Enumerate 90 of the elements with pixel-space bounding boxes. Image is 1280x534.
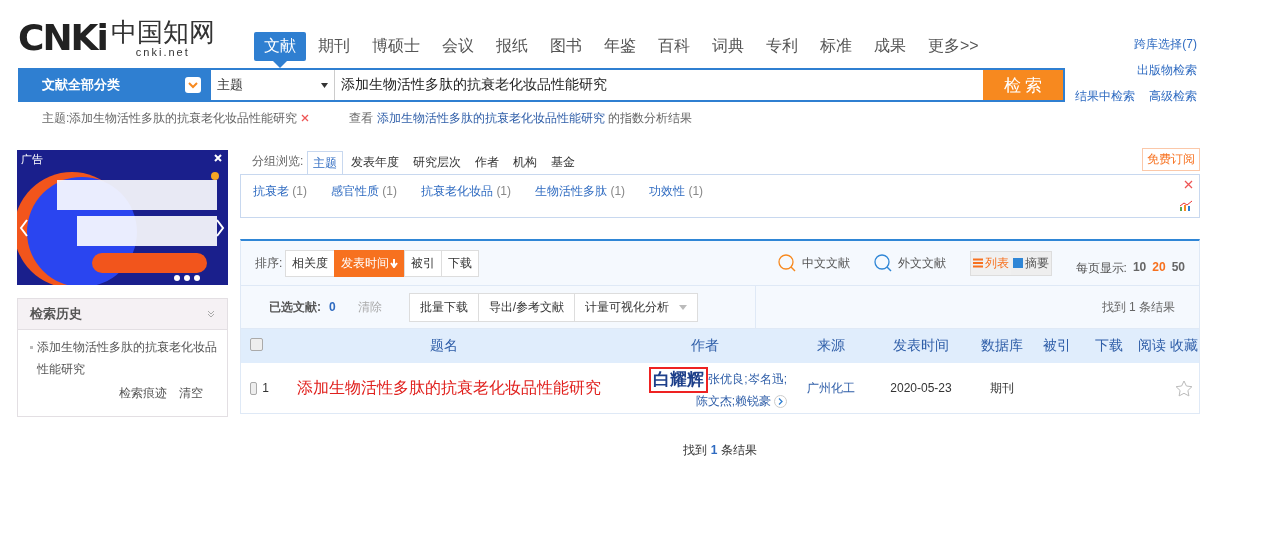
nav-tab[interactable]: 年鉴	[594, 31, 646, 61]
nav-tab[interactable]: 期刊	[308, 31, 360, 61]
nav-tab[interactable]: 词典	[702, 31, 754, 61]
chart-icon[interactable]	[1179, 200, 1193, 211]
search-link[interactable]: 结果中检索	[1075, 88, 1135, 105]
select-all-checkbox[interactable]	[250, 338, 263, 351]
nav-tab[interactable]: 标准	[810, 31, 862, 61]
group-tab[interactable]: 发表年度	[345, 150, 406, 174]
search-icon[interactable]	[873, 254, 892, 272]
square-icon	[1012, 258, 1023, 268]
nav-tab[interactable]: 百科	[648, 31, 700, 61]
query-label: 主题:添加生物活性多肽的抗衰老化妆品性能研究	[42, 111, 298, 125]
history-item[interactable]: 添加生物活性多肽的抗衰老化妆品性能研究	[37, 336, 217, 380]
group-item[interactable]: 感官性质 (1)	[331, 183, 398, 209]
nav-tab[interactable]: 报纸	[486, 31, 538, 61]
list-icon	[972, 258, 983, 268]
column-header[interactable]: 收藏	[1168, 337, 1199, 355]
result-summary: 找到 1 条结果	[682, 442, 758, 459]
nav-tab[interactable]: 图书	[540, 31, 592, 61]
author-link[interactable]: 赖锐豪	[735, 392, 771, 410]
row-checkbox[interactable]	[250, 381, 258, 395]
column-header[interactable]: 题名	[269, 337, 619, 355]
search-link[interactable]: 出版物检索	[1137, 62, 1197, 79]
group-item[interactable]: 抗衰老 (1)	[253, 183, 307, 209]
nav-tab[interactable]: 成果	[864, 31, 916, 61]
action-button[interactable]: 导出/参考文献	[477, 292, 576, 322]
column-header[interactable]: 数据库	[971, 337, 1033, 355]
column-header[interactable]: 下载	[1081, 337, 1136, 355]
nav-tab[interactable]: 更多>>	[918, 31, 989, 61]
sort-option[interactable]: 被引	[404, 249, 443, 277]
language-filter[interactable]: 中文文献	[801, 254, 850, 272]
chevron-down-icon[interactable]	[207, 310, 215, 318]
logo-wordmark: CNKi	[18, 18, 107, 58]
language-filter[interactable]: 外文文献	[897, 254, 946, 272]
sort-option[interactable]: 相关度	[285, 249, 336, 277]
star-icon[interactable]	[1174, 379, 1193, 397]
group-tab[interactable]: 研究层次	[407, 150, 468, 174]
author-link[interactable]: 张优良;	[708, 371, 748, 388]
view-toggle[interactable]: 摘要	[1010, 251, 1051, 275]
group-tab[interactable]: 作者	[469, 150, 506, 174]
nav-tab[interactable]: 专利	[756, 31, 808, 61]
query-link[interactable]: 添加生物活性多肽的抗衰老化妆品性能研究	[376, 111, 605, 125]
group-item[interactable]: 功效性 (1)	[649, 183, 704, 209]
row-number: 1	[262, 381, 269, 395]
search-link[interactable]: 跨库选择(7)	[1134, 36, 1197, 53]
sort-option[interactable]: 下载	[441, 249, 480, 277]
group-label: 分组浏览:	[252, 153, 305, 170]
caret-icon	[679, 304, 688, 310]
nav-tab[interactable]: 博硕士	[362, 31, 430, 61]
index-analysis-text: 查看 添加生物活性多肽的抗衰老化妆品性能研究 的指数分析结果	[349, 110, 693, 127]
action-button[interactable]: 计量可视化分析	[574, 292, 699, 322]
column-header[interactable]: 来源	[791, 337, 871, 355]
column-header[interactable]: 被引	[1033, 337, 1081, 355]
history-title: 检索历史	[30, 305, 82, 323]
history-action[interactable]: 清空	[179, 382, 203, 404]
group-tab[interactable]: 机构	[507, 150, 544, 174]
source-link[interactable]: 广州化工	[791, 379, 871, 397]
ad-label: 广告	[21, 152, 43, 167]
nav-tab[interactable]: 会议	[432, 31, 484, 61]
field-select[interactable]: 主题	[211, 70, 335, 100]
search-field[interactable]: 添加生物活性多肽的抗衰老化妆品性能研究	[335, 70, 983, 100]
selected-label: 已选文献:	[269, 298, 321, 316]
per-page-option[interactable]: 10	[1132, 259, 1147, 277]
action-button[interactable]: 批量下载	[408, 292, 479, 322]
caret-icon[interactable]	[321, 82, 328, 88]
arrow-down-icon	[390, 258, 399, 268]
group-tab[interactable]: 主题	[307, 151, 344, 175]
dropdown-icon[interactable]	[185, 77, 201, 93]
result-count: 找到 1 条结果	[1101, 298, 1176, 316]
group-item[interactable]: 生物活性多肽 (1)	[535, 183, 626, 209]
title-link[interactable]: 添加生物活性多肽的抗衰老化妆品性能研究	[269, 377, 619, 399]
group-tab[interactable]: 基金	[545, 150, 582, 174]
column-header[interactable]: 作者	[619, 337, 791, 355]
column-header[interactable]: 阅读	[1136, 337, 1168, 355]
column-header[interactable]: 发表时间	[871, 337, 971, 355]
sort-label: 排序:	[255, 254, 283, 272]
logo-domain: cnki.net	[135, 46, 190, 58]
database-cell-text: 期刊	[989, 379, 1015, 397]
history-action[interactable]: 检索痕迹	[119, 382, 167, 404]
category-label[interactable]: 文献全部分类	[42, 76, 120, 94]
group-item[interactable]: 抗衰老化妆品 (1)	[421, 183, 512, 209]
author-link[interactable]: 陈文杰;	[695, 392, 735, 410]
logo-chinese: 中国知网	[110, 18, 215, 46]
date-cell-text: 2020-05-23	[889, 381, 953, 395]
per-page-label: 每页显示:	[1075, 259, 1127, 277]
per-page-option[interactable]: 50	[1171, 259, 1185, 277]
search-icon[interactable]	[777, 254, 796, 272]
search-link[interactable]: 高级检索	[1149, 88, 1197, 105]
selected-count: 0	[329, 300, 336, 314]
author-link[interactable]: 白耀辉	[649, 366, 709, 393]
